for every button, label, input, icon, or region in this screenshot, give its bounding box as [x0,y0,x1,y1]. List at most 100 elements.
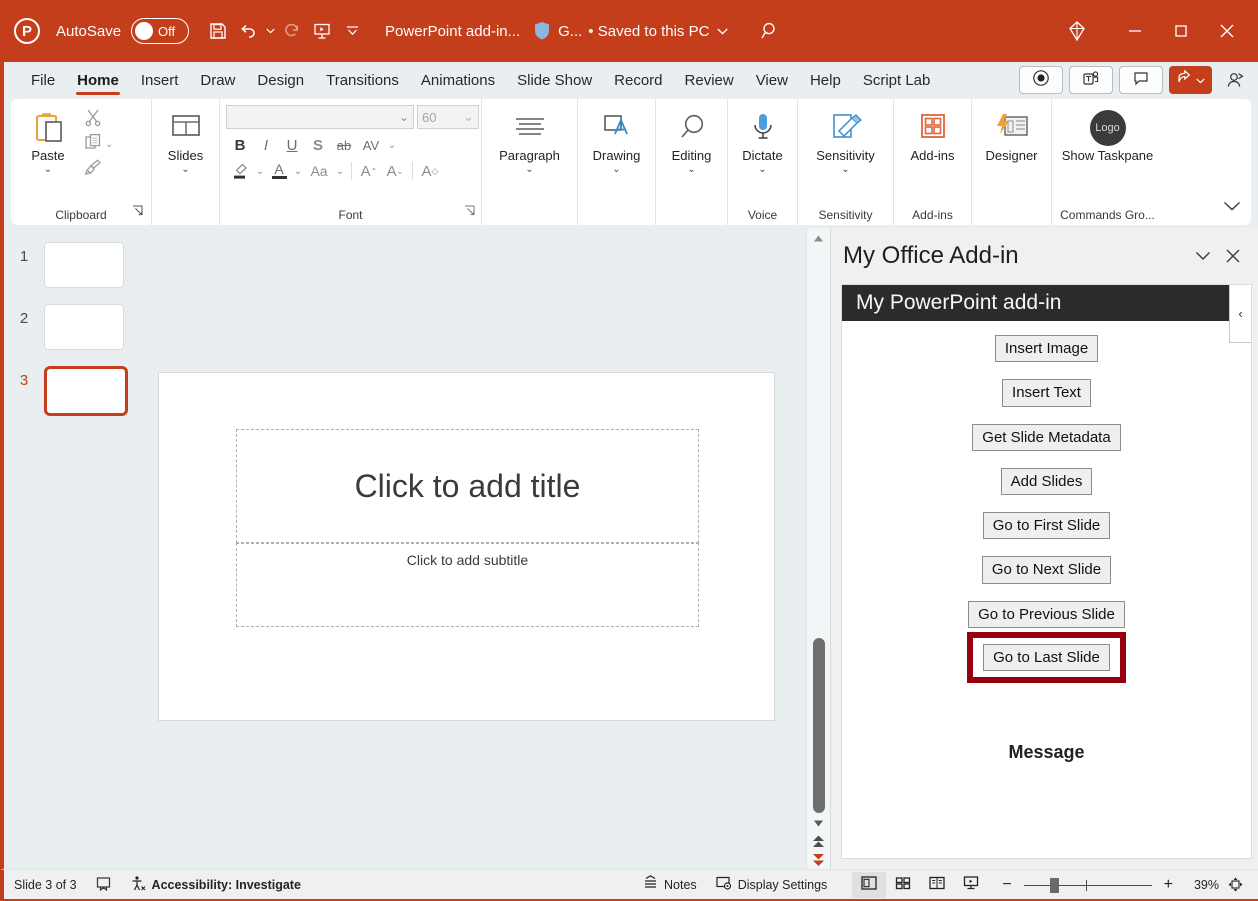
tab-draw[interactable]: Draw [189,62,246,98]
dictate-chevron-down-icon[interactable]: ⌄ [758,164,766,175]
tab-design[interactable]: Design [246,62,315,98]
clear-formatting-button[interactable]: A ◇ [418,159,442,183]
tab-help[interactable]: Help [799,62,852,98]
character-spacing-chevron-down-icon[interactable]: ⌄ [386,133,398,157]
taskpane-chevron-down-icon[interactable] [1188,241,1218,271]
character-spacing-button[interactable]: AV [358,133,384,157]
zoom-slider-handle[interactable] [1049,877,1059,893]
insert-text-button[interactable]: Insert Text [1002,379,1091,407]
italic-button[interactable]: I [254,133,278,157]
document-title[interactable]: PowerPoint add-in... [385,23,520,40]
normal-view-button[interactable] [852,871,887,898]
record-button[interactable] [1019,66,1063,94]
bold-button[interactable]: B [228,133,252,157]
copy-chevron-down-icon[interactable]: ⌄ [105,139,113,150]
chevron-left-icon[interactable]: ‹ [1229,285,1251,343]
slide-thumbnail-panel[interactable]: 1 2 3 [4,228,151,869]
scrollbar-thumb[interactable] [813,638,825,813]
font-size-chevron-down-icon[interactable]: ⌄ [463,109,474,125]
clipboard-dialog-launcher[interactable] [132,203,143,221]
go-to-next-slide-button[interactable]: Go to Next Slide [981,556,1112,584]
accessibility-status[interactable]: Accessibility: Investigate [121,872,310,898]
add-ins-button[interactable]: Add-ins [898,103,967,163]
search-icon[interactable] [755,16,785,46]
subtitle-placeholder[interactable]: Click to add subtitle [236,543,699,627]
tab-home[interactable]: Home [66,62,130,98]
tab-file[interactable]: File [20,62,66,98]
save-icon[interactable] [203,16,233,46]
slide-thumbnail-image[interactable] [44,366,128,416]
go-to-previous-slide-button[interactable]: Go to Previous Slide [968,600,1125,628]
font-color-chevron-down-icon[interactable]: ⌄ [292,159,304,183]
undo-dropdown-chevron-icon[interactable] [263,17,277,45]
scrollbar-track[interactable] [807,248,830,813]
cut-button[interactable] [81,107,115,131]
font-color-button[interactable]: A [268,159,290,183]
paragraph-chevron-down-icon[interactable]: ⌄ [525,164,533,175]
maximize-icon[interactable] [1158,8,1204,54]
text-highlight-color-button[interactable] [228,159,252,183]
zoom-in-button[interactable]: + [1158,872,1179,898]
sensitivity-chevron-down-icon[interactable]: ⌄ [841,164,849,175]
paragraph-button[interactable]: Paragraph ⌄ [486,103,573,175]
designer-button[interactable]: Designer [976,103,1047,163]
undo-icon[interactable] [233,16,263,46]
font-name-input[interactable]: ⌄ [226,105,414,129]
zoom-out-button[interactable]: − [996,872,1017,898]
redo-icon[interactable] [277,16,307,46]
next-slide-double-arrow-icon[interactable] [807,851,830,869]
notes-page-icon[interactable] [86,872,121,898]
decrease-font-size-button[interactable]: A ⌄ [383,159,407,183]
fit-to-window-icon[interactable] [1219,872,1252,898]
font-name-chevron-down-icon[interactable]: ⌄ [399,110,409,124]
tab-insert[interactable]: Insert [130,62,190,98]
change-case-chevron-down-icon[interactable]: ⌄ [334,159,346,183]
go-to-first-slide-button[interactable]: Go to First Slide [982,512,1111,540]
get-slide-metadata-button[interactable]: Get Slide Metadata [972,423,1121,451]
drawing-button[interactable]: Drawing ⌄ [582,103,651,175]
tab-transitions[interactable]: Transitions [315,62,410,98]
save-status-chevron-icon[interactable] [715,17,729,45]
title-placeholder[interactable]: Click to add title [236,429,699,543]
underline-button[interactable]: U [280,133,304,157]
dictate-button[interactable]: Dictate ⌄ [732,103,793,175]
reading-view-button[interactable] [920,872,954,898]
slide-show-view-button[interactable] [954,872,988,898]
copilot-icon[interactable] [1062,16,1092,46]
start-from-beginning-icon[interactable] [307,16,337,46]
zoom-level[interactable]: 39% [1179,878,1219,892]
tab-view[interactable]: View [745,62,799,98]
share-button[interactable] [1169,66,1212,94]
display-settings-button[interactable]: Display Settings [706,872,837,898]
slide-thumbnail-image[interactable] [44,242,124,288]
font-size-input[interactable]: 60 ⌄ [417,105,479,129]
go-to-last-slide-button[interactable]: Go to Last Slide [983,643,1110,671]
strikethrough-button[interactable]: ab [332,133,356,157]
change-case-button[interactable]: Aa [306,159,332,183]
increase-font-size-button[interactable]: A ⌃ [357,159,381,183]
text-shadow-button[interactable]: S [306,133,330,157]
slide-thumbnail-image[interactable] [44,304,124,350]
paste-chevron-down-icon[interactable]: ⌄ [44,164,52,175]
save-status[interactable]: • Saved to this PC [588,23,709,40]
taskpane-close-icon[interactable] [1218,241,1248,271]
tab-record[interactable]: Record [603,62,673,98]
slides-button[interactable]: Slides ⌄ [156,103,215,175]
notes-button[interactable]: Notes [633,872,706,898]
slide-canvas-area[interactable]: Click to add title Click to add subtitle [151,228,830,869]
tab-review[interactable]: Review [674,62,745,98]
add-slides-button[interactable]: Add Slides [1000,467,1093,495]
tab-slide-show[interactable]: Slide Show [506,62,603,98]
paste-button[interactable]: Paste ⌄ [15,103,81,175]
person-add-icon[interactable] [1218,66,1252,94]
slide-thumbnail-2[interactable]: 2 [4,304,151,350]
current-slide[interactable]: Click to add title Click to add subtitle [159,373,774,720]
editing-button[interactable]: Editing ⌄ [660,103,723,175]
zoom-slider[interactable] [1018,872,1158,898]
slide-thumbnail-3[interactable]: 3 [4,366,151,416]
previous-slide-double-arrow-icon[interactable] [807,833,830,851]
minimize-icon[interactable] [1112,8,1158,54]
slide-indicator[interactable]: Slide 3 of 3 [14,872,86,898]
present-in-teams-button[interactable] [1069,66,1113,94]
comments-button[interactable] [1119,66,1163,94]
